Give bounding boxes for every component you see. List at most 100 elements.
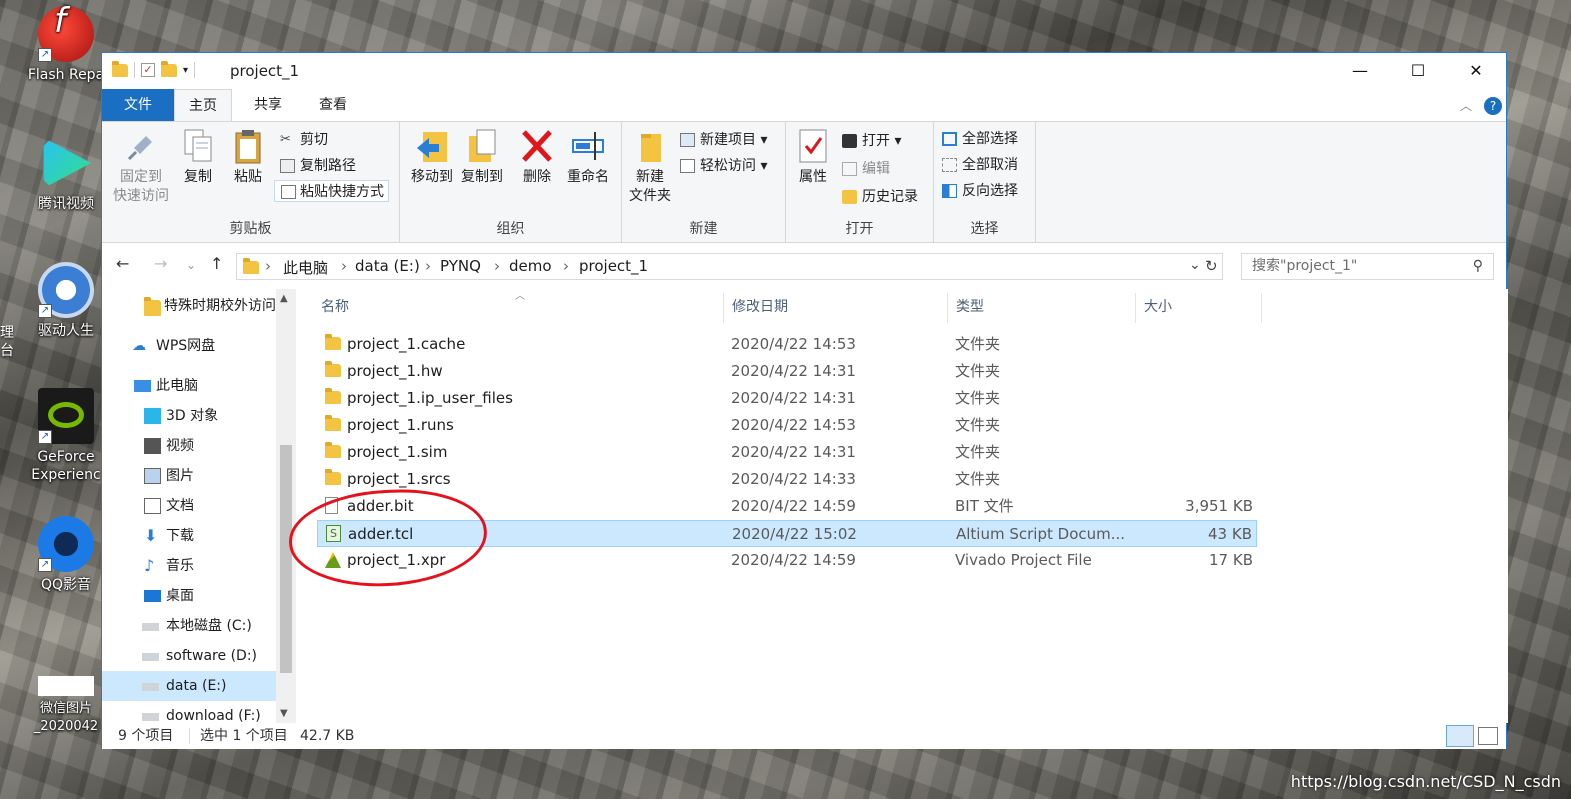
desktop-icon-wechat-image[interactable]: 微信图片_2020042 bbox=[26, 676, 106, 736]
breadcrumb-separator-icon[interactable]: › bbox=[341, 257, 347, 275]
breadcrumb-separator-icon[interactable]: › bbox=[494, 257, 500, 275]
file-row[interactable]: project_1.runs 2020/4/22 14:53 文件夹 bbox=[317, 412, 1257, 439]
refresh-icon[interactable]: ↻ bbox=[1205, 257, 1218, 275]
drive-icon bbox=[142, 713, 159, 721]
folder-icon bbox=[112, 60, 128, 77]
paste-button[interactable]: 粘贴 bbox=[222, 128, 274, 187]
open-button[interactable]: 打开 ▾ bbox=[840, 130, 901, 152]
column-divider[interactable] bbox=[947, 293, 948, 323]
edit-button[interactable]: 编辑 bbox=[840, 158, 890, 180]
file-row[interactable]: project_1.srcs 2020/4/22 14:33 文件夹 bbox=[317, 466, 1257, 493]
new-folder-icon[interactable] bbox=[161, 60, 177, 77]
nav-scrollbar[interactable]: ▲ ▼ bbox=[276, 289, 296, 723]
nav-item-desktop[interactable]: 桌面 bbox=[102, 581, 276, 611]
scroll-up-icon[interactable]: ▲ bbox=[280, 293, 288, 304]
new-folder-button[interactable]: 新建 文件夹 bbox=[624, 128, 676, 206]
new-item-button[interactable]: 新建项目 ▾ bbox=[678, 129, 767, 151]
nav-item-drive-e[interactable]: data (E:) bbox=[102, 671, 276, 701]
breadcrumb-separator-icon[interactable]: › bbox=[265, 257, 271, 275]
invert-selection-button[interactable]: 反向选择 bbox=[940, 180, 1018, 202]
collapse-ribbon-icon[interactable]: ︿ bbox=[1460, 97, 1472, 114]
select-all-button[interactable]: 全部选择 bbox=[940, 128, 1018, 150]
cut-button[interactable]: ✂ 剪切 bbox=[278, 129, 328, 151]
help-icon[interactable]: ? bbox=[1484, 97, 1502, 115]
nav-item-documents[interactable]: 文档 bbox=[102, 491, 276, 521]
large-icons-view-icon[interactable] bbox=[1478, 727, 1498, 745]
copy-to-button[interactable]: 复制到 bbox=[456, 128, 508, 187]
nav-item-drive-d[interactable]: software (D:) bbox=[102, 641, 276, 671]
properties-button[interactable]: 属性 bbox=[790, 128, 836, 187]
nav-item-this-pc[interactable]: 此电脑 bbox=[102, 371, 276, 401]
breadcrumb-separator-icon[interactable]: › bbox=[563, 257, 569, 275]
nav-item-drive-c[interactable]: 本地磁盘 (C:) bbox=[102, 611, 276, 641]
breadcrumb-drive[interactable]: data (E:) bbox=[355, 257, 420, 275]
copy-button[interactable]: 复制 bbox=[172, 128, 224, 187]
properties-check-icon[interactable]: ✓ bbox=[141, 63, 155, 77]
minimize-button[interactable]: — bbox=[1331, 53, 1389, 89]
copy-path-button[interactable]: 复制路径 bbox=[278, 155, 356, 177]
desktop-icon-flash[interactable]: ↗ f Flash Repa bbox=[26, 4, 106, 84]
maximize-button[interactable]: ☐ bbox=[1389, 53, 1447, 89]
nav-item-music[interactable]: ♪ 音乐 bbox=[102, 551, 276, 581]
column-divider[interactable] bbox=[1135, 293, 1136, 323]
group-label: 组织 bbox=[496, 221, 525, 237]
desktop-icon-label: 腾讯视频 bbox=[38, 196, 94, 212]
nav-item-video[interactable]: 视频 bbox=[102, 431, 276, 461]
column-header-type[interactable]: 类型 bbox=[956, 289, 984, 325]
tab-home[interactable]: 主页 bbox=[174, 89, 232, 122]
breadcrumb-pynq[interactable]: PYNQ bbox=[440, 257, 481, 275]
rename-button[interactable]: 重命名 bbox=[560, 128, 616, 187]
up-arrow-icon[interactable]: ↑ bbox=[210, 254, 223, 273]
close-button[interactable]: ✕ bbox=[1447, 53, 1505, 89]
history-button[interactable]: 历史记录 bbox=[840, 186, 918, 208]
paste-shortcut-button[interactable]: 粘贴快捷方式 bbox=[274, 180, 389, 202]
select-none-button[interactable]: 全部取消 bbox=[940, 154, 1018, 176]
nav-item-drive-f[interactable]: download (F:) bbox=[102, 701, 276, 723]
breadcrumb-demo[interactable]: demo bbox=[509, 257, 552, 275]
details-view-icon[interactable] bbox=[1446, 725, 1474, 747]
folder-icon bbox=[325, 388, 341, 404]
back-arrow-icon[interactable]: ← bbox=[116, 254, 129, 273]
file-row[interactable]: project_1.ip_user_files 2020/4/22 14:31 文件… bbox=[317, 385, 1257, 412]
file-row[interactable]: project_1.hw 2020/4/22 14:31 文件夹 bbox=[317, 358, 1257, 385]
column-header-date[interactable]: 修改日期 bbox=[732, 289, 788, 325]
desktop-icon-qqplayer[interactable]: ↗ QQ影音 bbox=[26, 516, 106, 594]
desktop-icon-label: 驱动人生 bbox=[38, 323, 94, 339]
desktop-icon-geforce[interactable]: ↗ GeForce Experienc bbox=[26, 388, 106, 484]
chevron-down-icon[interactable]: ▾ bbox=[183, 65, 188, 76]
scroll-down-icon[interactable]: ▼ bbox=[280, 708, 288, 719]
cloud-icon: ☁ bbox=[132, 338, 146, 354]
easy-access-button[interactable]: 轻松访问 ▾ bbox=[678, 155, 767, 177]
move-to-button[interactable]: 移动到 bbox=[406, 128, 458, 187]
desktop-icon-driver[interactable]: ↗ 驱动人生 bbox=[26, 262, 106, 340]
recent-chevron-icon[interactable]: ⌄ bbox=[186, 258, 196, 272]
breadcrumb-this-pc[interactable]: 此电脑 bbox=[283, 257, 328, 278]
tab-share[interactable]: 共享 bbox=[240, 89, 296, 121]
nav-item-3d[interactable]: 3D 对象 bbox=[102, 401, 276, 431]
column-header-size[interactable]: 大小 bbox=[1144, 289, 1172, 325]
column-header-name[interactable]: 名称 bbox=[321, 289, 349, 325]
address-box[interactable]: › 此电脑 › data (E:) › PYNQ › demo › projec… bbox=[236, 253, 1223, 280]
search-input[interactable]: 搜索"project_1" ⚲ bbox=[1241, 253, 1494, 280]
column-divider[interactable] bbox=[723, 293, 724, 323]
clipboard-group: 固定到 快速访问 复制 粘贴 ✂ 剪切 复制路径 粘贴快捷方式 剪贴板 bbox=[102, 122, 400, 242]
nav-item-downloads[interactable]: ⬇ 下载 bbox=[102, 521, 276, 551]
desktop-icon-label: 微信图片_2020042 bbox=[33, 701, 99, 734]
breadcrumb-separator-icon[interactable]: › bbox=[425, 257, 431, 275]
file-row[interactable]: project_1.sim 2020/4/22 14:31 文件夹 bbox=[317, 439, 1257, 466]
tab-view[interactable]: 查看 bbox=[305, 89, 361, 121]
column-divider[interactable] bbox=[1261, 293, 1262, 323]
scroll-thumb[interactable] bbox=[280, 445, 292, 673]
file-row[interactable]: project_1.cache 2020/4/22 14:53 文件夹 bbox=[317, 331, 1257, 358]
forward-arrow-icon[interactable]: → bbox=[154, 254, 167, 273]
tab-file[interactable]: 文件 bbox=[102, 89, 174, 121]
desktop-icon-tencent-video[interactable]: 腾讯视频 bbox=[26, 135, 106, 213]
breadcrumb-project[interactable]: project_1 bbox=[579, 257, 648, 275]
address-bar-row: ← → ⌄ ↑ › 此电脑 › data (E:) › PYNQ › demo … bbox=[102, 244, 1506, 288]
nav-item-special[interactable]: 特殊时期校外访问 bbox=[102, 291, 276, 321]
address-dropdown-icon[interactable]: ⌄ bbox=[1189, 257, 1201, 273]
delete-button[interactable]: 删除 bbox=[512, 128, 562, 187]
pin-quick-access-button[interactable]: 固定到 快速访问 bbox=[110, 128, 172, 206]
nav-item-wps[interactable]: ☁ WPS网盘 bbox=[102, 331, 276, 361]
nav-item-pictures[interactable]: 图片 bbox=[102, 461, 276, 491]
